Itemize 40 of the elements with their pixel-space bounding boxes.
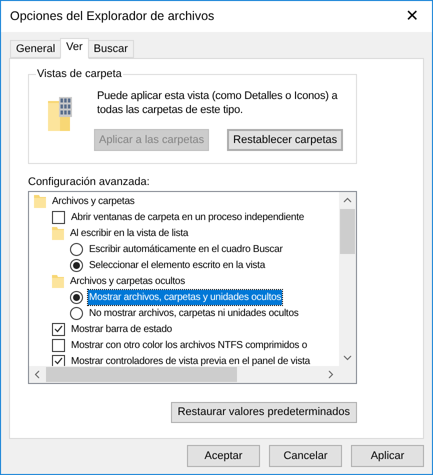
folder-icon xyxy=(34,194,46,208)
tree-item[interactable]: Mostrar archivos, carpetas y unidades ocultos xyxy=(88,290,282,304)
folder-icon xyxy=(52,274,64,288)
description-text: Puede aplicar esta vista (como Detalles o Iconos) a todas las carpetas de este tipo. xyxy=(97,89,339,117)
radio-button[interactable] xyxy=(70,306,83,320)
tree-item[interactable]: Mostrar controladores de vista previa en el panel de vista xyxy=(70,354,311,366)
scrollbar-thumb[interactable] xyxy=(340,209,355,254)
tree-item[interactable]: Mostrar barra de estado xyxy=(70,322,173,336)
group-title: Vistas de carpeta xyxy=(36,66,123,82)
checkbox[interactable] xyxy=(52,210,65,224)
dialog-button[interactable]: Aceptar xyxy=(187,445,260,467)
tree-item[interactable]: Archivos y carpetas ocultos xyxy=(69,274,186,288)
checkbox[interactable] xyxy=(52,354,65,366)
tree-item[interactable]: Escribir automáticamente en el cuadro Buscar xyxy=(88,242,284,256)
radio-button[interactable] xyxy=(70,290,83,304)
tree-item[interactable]: Archivos y carpetas xyxy=(51,194,136,208)
horizontal-scrollbar[interactable] xyxy=(29,366,356,383)
window-title: Opciones del Explorador de archivos xyxy=(10,8,214,26)
radio-button[interactable] xyxy=(70,258,83,272)
folder-icon xyxy=(52,226,64,240)
radio-button[interactable] xyxy=(70,242,83,256)
close-button[interactable]: ✕ xyxy=(392,1,432,32)
checkbox[interactable] xyxy=(52,338,65,352)
tree-item[interactable]: Mostrar con otro color los archivos NTFS comprimidos o xyxy=(70,338,308,352)
dialog-button[interactable]: Cancelar xyxy=(269,445,342,467)
tab[interactable]: General xyxy=(10,40,62,58)
tab[interactable]: Ver xyxy=(60,38,89,59)
tree-item[interactable]: Seleccionar el elemento escrito en la vista xyxy=(88,258,266,272)
restore-defaults-button[interactable]: Restaurar valores predeterminados xyxy=(170,402,357,423)
vertical-scrollbar[interactable] xyxy=(339,192,356,366)
section-label: Configuración avanzada: xyxy=(28,175,151,189)
folder-view-icon xyxy=(48,97,72,131)
scrollbar-thumb[interactable] xyxy=(46,367,237,382)
folder-button[interactable]: Restablecer carpetas xyxy=(227,129,344,151)
dialog-button[interactable]: Aplicar xyxy=(351,445,424,467)
tab[interactable]: Buscar xyxy=(88,40,134,58)
tree-item[interactable]: No mostrar archivos, carpetas ni unidades ocultos xyxy=(88,306,300,320)
checkbox[interactable] xyxy=(52,322,65,336)
tree-item[interactable]: Abrir ventanas de carpeta en un proceso independiente xyxy=(70,210,306,224)
tree-item[interactable]: Al escribir en la vista de lista xyxy=(69,226,190,240)
